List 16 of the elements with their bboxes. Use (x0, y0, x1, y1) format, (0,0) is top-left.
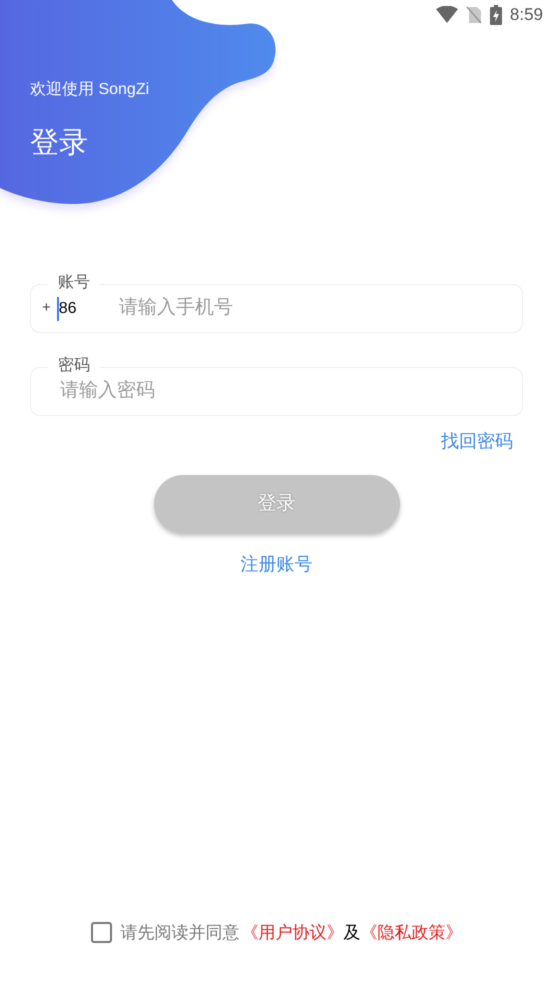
agreement-text: 请先阅读并同意 (120, 922, 240, 944)
agreement-link[interactable]: 《用户协议》 (242, 920, 344, 945)
conjunction-text: 及 (344, 922, 360, 944)
register-link[interactable]: 注册账号 (240, 551, 312, 578)
forgot-password-link[interactable]: 找回密码 (441, 428, 513, 455)
agreement-link[interactable]: 《隐私政策》 (360, 920, 462, 945)
plus-sign: + (42, 298, 51, 318)
agreement-checkbox[interactable] (90, 922, 112, 943)
no-sim-icon (466, 6, 482, 24)
password-input[interactable]: 请输入密码 (60, 377, 522, 406)
clock-time: 8:59 (510, 4, 543, 26)
phone-input[interactable]: 请输入手机号 (118, 294, 522, 323)
wifi-icon (436, 6, 458, 24)
welcome-text: 欢迎使用 SongZi (30, 80, 150, 100)
page-title: 登录 (30, 126, 89, 161)
battery-charging-icon (490, 5, 502, 25)
